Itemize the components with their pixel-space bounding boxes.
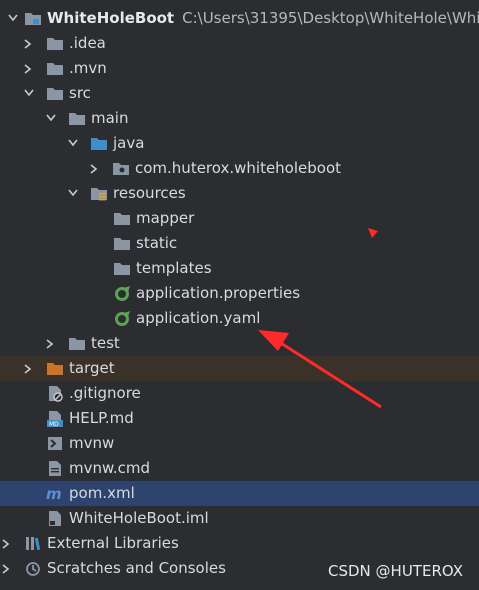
folder-icon [47,88,63,100]
folder-icon [114,263,130,275]
chevron-right-icon[interactable] [44,331,58,356]
markdown-file-icon: MD [47,411,63,427]
tree-label: mvnw [69,434,115,452]
tree-label: test [91,334,120,352]
folder-icon [69,338,85,350]
tree-label: mapper [136,209,195,227]
tree-row-test[interactable]: test [0,331,479,356]
project-name: WhiteHoleBoot [47,9,175,27]
tree-row-root[interactable]: WhiteHoleBoot C:\Users\31395\Desktop\Whit… [0,6,479,31]
tree-row-iml[interactable]: WhiteHoleBoot.iml [0,506,479,531]
tree-row-idea[interactable]: .idea [0,31,479,56]
module-folder-icon [25,13,41,25]
tree-label: application.yaml [136,309,261,327]
tree-row-target[interactable]: target [0,356,479,381]
maven-icon: m [46,485,62,502]
tree-label: .idea [69,34,106,52]
source-folder-icon [91,138,107,150]
chevron-right-icon[interactable] [0,556,14,581]
tree-row-application-yaml[interactable]: application.yaml [0,306,479,331]
tree-row-templates[interactable]: templates [0,256,479,281]
module-file-icon [49,511,61,526]
tree-row-java[interactable]: java [0,131,479,156]
tree-row-external-libraries[interactable]: External Libraries [0,531,479,556]
tree-label: mvnw.cmd [69,459,151,477]
chevron-down-icon[interactable] [44,106,58,131]
tree-label: static [136,234,178,252]
tree-label: .gitignore [69,384,141,402]
tree-label: pom.xml [69,484,135,502]
tree-row-mvnw[interactable]: mvnw [0,431,479,456]
svg-text:m: m [46,485,62,502]
tree-label: Scratches and Consoles [47,559,226,577]
tree-label: com.huterox.whiteholeboot [135,159,342,177]
tree-row-mvn[interactable]: .mvn [0,56,479,81]
tree-row-gitignore[interactable]: .gitignore [0,381,479,406]
tree-label: main [91,109,129,127]
folder-icon [47,63,63,75]
excluded-folder-icon [47,363,63,375]
tree-row-package[interactable]: com.huterox.whiteholeboot [0,156,479,181]
chevron-right-icon[interactable] [22,56,36,81]
project-path: C:\Users\31395\Desktop\WhiteHole\Whit [182,9,479,27]
folder-icon [114,238,130,250]
folder-icon [69,113,85,125]
spring-config-icon [115,311,130,326]
chevron-right-icon[interactable] [88,156,102,181]
folder-icon [114,213,130,225]
tree-row-mvnw-cmd[interactable]: mvnw.cmd [0,456,479,481]
package-icon [113,163,129,175]
tree-label: resources [113,184,186,202]
tree-label: target [69,359,115,377]
chevron-right-icon[interactable] [0,531,14,556]
tree-row-main[interactable]: main [0,106,479,131]
folder-icon [47,38,63,50]
chevron-down-icon[interactable] [66,181,80,206]
tree-label: External Libraries [47,534,179,552]
tree-label: application.properties [136,284,301,302]
tree-label: WhiteHoleBoot.iml [69,509,209,527]
chevron-right-icon[interactable] [22,31,36,56]
project-tree: WhiteHoleBoot C:\Users\31395\Desktop\Whit… [0,6,479,581]
shell-script-icon [48,437,62,450]
tree-row-static[interactable]: static [0,231,479,256]
project-root-label: WhiteHoleBoot C:\Users\31395\Desktop\Whit… [47,6,479,31]
tree-label: templates [136,259,212,277]
libraries-icon [26,537,41,551]
chevron-down-icon[interactable] [66,131,80,156]
tree-row-application-properties[interactable]: application.properties [0,281,479,306]
chevron-down-icon[interactable] [22,81,36,106]
tree-label: HELP.md [69,409,134,427]
resources-folder-icon [91,188,107,201]
scratches-icon [26,562,40,576]
tree-row-resources[interactable]: resources [0,181,479,206]
spring-config-icon [115,286,130,301]
tree-label: src [69,84,91,102]
tree-row-help[interactable]: MD HELP.md [0,406,479,431]
tree-row-src[interactable]: src [0,81,479,106]
gitignore-file-icon [49,386,63,402]
text-file-icon [49,461,61,476]
tree-row-pom[interactable]: m pom.xml [0,481,479,506]
tree-row-mapper[interactable]: mapper [0,206,479,231]
svg-text:MD: MD [49,421,59,427]
chevron-right-icon[interactable] [22,356,36,381]
tree-label: java [113,134,145,152]
tree-label: .mvn [69,59,107,77]
watermark: CSDN @HUTEROX [328,562,463,580]
chevron-down-icon[interactable] [6,6,20,31]
